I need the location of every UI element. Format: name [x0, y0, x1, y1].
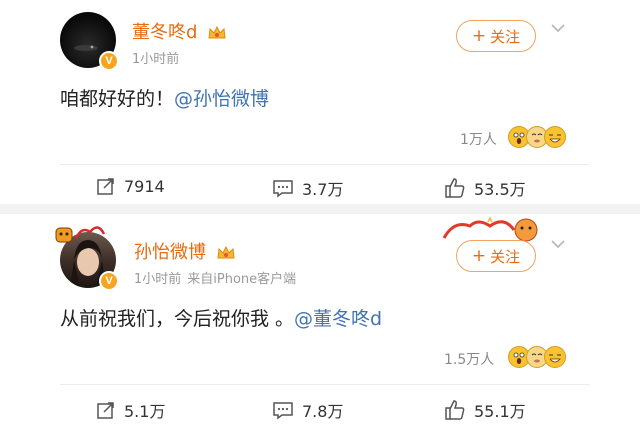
- reaction-count[interactable]: 1万人: [460, 129, 497, 149]
- like-count: 53.5万: [474, 180, 526, 199]
- author-name[interactable]: 董冬咚d: [132, 18, 227, 44]
- repost-button[interactable]: 7914: [96, 176, 165, 196]
- follow-button[interactable]: + 关注: [456, 240, 536, 272]
- like-count: 55.1万: [474, 402, 526, 421]
- reaction-emoji-icons[interactable]: [508, 126, 568, 148]
- laugh-emoji-icon: [544, 126, 566, 148]
- post-text: 咱都好好的！@孙怡微博: [60, 84, 269, 111]
- divider: [60, 164, 590, 165]
- verified-badge: V: [99, 271, 119, 291]
- repost-button[interactable]: 5.1万: [96, 398, 165, 422]
- chevron-down-icon[interactable]: [550, 20, 566, 36]
- avatar[interactable]: V: [60, 12, 119, 71]
- comment-button[interactable]: 3.7万: [272, 176, 343, 200]
- post-time: 1小时前: [134, 272, 182, 287]
- comment-button[interactable]: 7.8万: [272, 398, 343, 422]
- comment-count: 7.8万: [302, 402, 344, 421]
- post-text-body: 从前祝我们，今后祝你我 。: [60, 308, 295, 330]
- divider: [60, 384, 590, 385]
- follow-label: 关注: [490, 247, 521, 266]
- thumbs-up-icon: [445, 400, 465, 420]
- avatar[interactable]: V: [55, 226, 119, 291]
- laugh-emoji-icon: [544, 346, 566, 368]
- repost-icon: [97, 402, 114, 419]
- repost-count: 5.1万: [124, 402, 166, 421]
- verified-badge: V: [99, 51, 119, 71]
- post-source[interactable]: 来自iPhone客户端: [187, 272, 296, 287]
- repost-count: 7914: [124, 176, 165, 196]
- comment-icon: [273, 180, 293, 198]
- post-text-body: 咱都好好的！: [60, 88, 175, 110]
- post-meta: 1小时前 来自iPhone客户端: [134, 268, 296, 287]
- author-name-text: 孙怡微博: [134, 242, 206, 263]
- crown-badge-icon: [217, 245, 235, 259]
- mention-link[interactable]: @孙怡微博: [174, 88, 269, 110]
- follow-label: 关注: [490, 27, 521, 46]
- weibo-post-1: V 董冬咚d 1小时前 + 关注 咱都好好的！@孙怡微博 1万人 7914 3.…: [0, 0, 640, 204]
- thumbs-up-icon: [445, 178, 465, 198]
- repost-icon: [97, 178, 114, 195]
- author-name[interactable]: 孙怡微博: [134, 238, 236, 264]
- post-time: 1小时前: [132, 52, 180, 67]
- reaction-emoji-icons[interactable]: [508, 346, 568, 368]
- chevron-down-icon[interactable]: [550, 236, 566, 252]
- like-button[interactable]: 55.1万: [444, 398, 526, 422]
- plus-icon: +: [471, 246, 487, 266]
- post-separator: [0, 204, 640, 214]
- weibo-post-2: V 孙怡微博 1小时前 来自iPhone客户端 + 关注 从前祝我们，今后祝你我 …: [0, 214, 640, 436]
- author-name-text: 董冬咚d: [132, 22, 198, 43]
- comment-icon: [273, 402, 293, 420]
- post-meta: 1小时前: [132, 48, 179, 67]
- comment-count: 3.7万: [302, 180, 344, 199]
- like-button[interactable]: 53.5万: [444, 176, 526, 200]
- mention-link[interactable]: @董冬咚d: [294, 308, 382, 330]
- post-text: 从前祝我们，今后祝你我 。@董冬咚d: [60, 304, 382, 331]
- plus-icon: +: [471, 26, 487, 46]
- crown-badge-icon: [208, 25, 226, 39]
- reaction-count[interactable]: 1.5万人: [444, 349, 494, 369]
- tiger-sticker-icon: [55, 226, 106, 243]
- follow-button[interactable]: + 关注: [456, 20, 536, 52]
